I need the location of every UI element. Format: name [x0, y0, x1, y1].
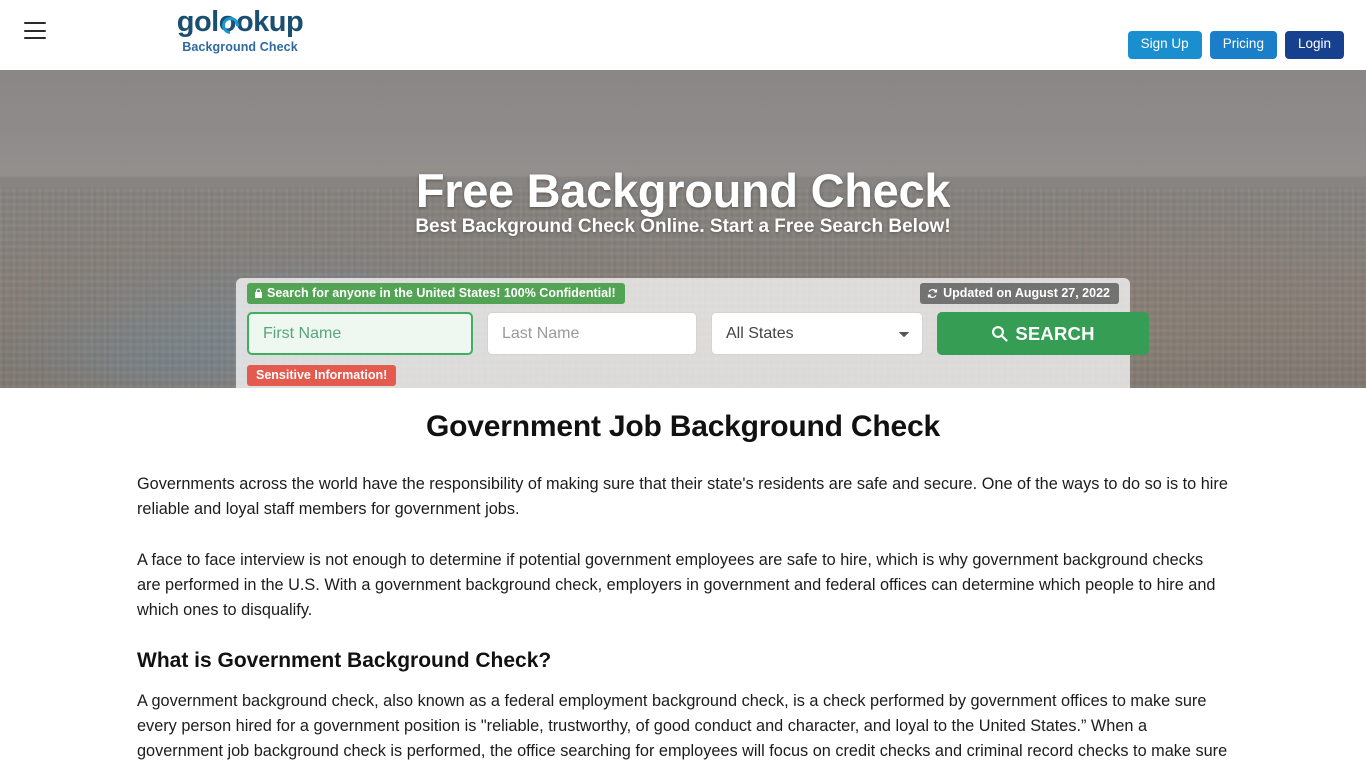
sign-up-button[interactable]: Sign Up	[1127, 31, 1202, 59]
hero-subtitle: Best Background Check Online. Start a Fr…	[415, 216, 951, 237]
hamburger-menu-icon[interactable]	[24, 22, 46, 39]
site-header: golookup Background Check Sign Up Pricin…	[0, 0, 1366, 70]
hamburger-bar	[24, 22, 46, 24]
search-badge-row: Search for anyone in the United States! …	[236, 278, 1130, 308]
hamburger-bar	[24, 29, 46, 32]
article-section: Government Job Background Check Governme…	[0, 388, 1366, 768]
last-name-input[interactable]	[487, 312, 697, 355]
search-button-label: SEARCH	[1015, 322, 1095, 344]
site-logo[interactable]: golookup Background Check	[140, 8, 340, 54]
hamburger-bar	[24, 37, 46, 39]
header-nav-buttons: Sign Up Pricing Login	[1127, 31, 1344, 59]
article-paragraph-3: A government background check, also know…	[137, 692, 1228, 768]
search-panel: Search for anyone in the United States! …	[236, 278, 1149, 388]
logo-text-part1: gol	[176, 6, 220, 38]
article-paragraph-2: A face to face interview is not enough t…	[137, 551, 1216, 619]
sync-refresh-icon	[927, 288, 938, 299]
article-paragraph-1: Governments across the world have the re…	[137, 475, 1228, 518]
hero-section: Free Background Check Best Background Ch…	[0, 70, 1366, 388]
logo-wordmark: golookup	[140, 8, 340, 37]
updated-badge: Updated on August 27, 2022	[920, 283, 1119, 304]
state-select[interactable]: All States	[711, 312, 923, 355]
logo-tagline: Background Check	[182, 40, 298, 54]
logo-ring-icon: o	[218, 6, 237, 38]
article-section-title: What is Government Background Check?	[137, 649, 552, 672]
page-title: Government Job Background Check	[426, 410, 940, 443]
sensitive-information-badge: Sensitive Information!	[247, 365, 397, 386]
hero-title: Free Background Check	[415, 164, 951, 217]
login-button[interactable]: Login	[1284, 31, 1344, 59]
search-form: All States SEARCH	[247, 312, 1149, 355]
magnifier-search-icon	[991, 325, 1008, 342]
pricing-button[interactable]: Pricing	[1209, 31, 1277, 59]
lock-icon	[254, 288, 263, 299]
updated-badge-label: Updated on August 27, 2022	[943, 286, 1110, 300]
article-container: Government Job Background Check Governme…	[137, 410, 1229, 768]
logo-text-part2: okup	[235, 6, 304, 38]
confidential-badge: Search for anyone in the United States! …	[247, 283, 625, 304]
confidential-badge-label: Search for anyone in the United States! …	[267, 286, 616, 300]
search-button[interactable]: SEARCH	[937, 312, 1149, 355]
first-name-input[interactable]	[247, 312, 473, 355]
